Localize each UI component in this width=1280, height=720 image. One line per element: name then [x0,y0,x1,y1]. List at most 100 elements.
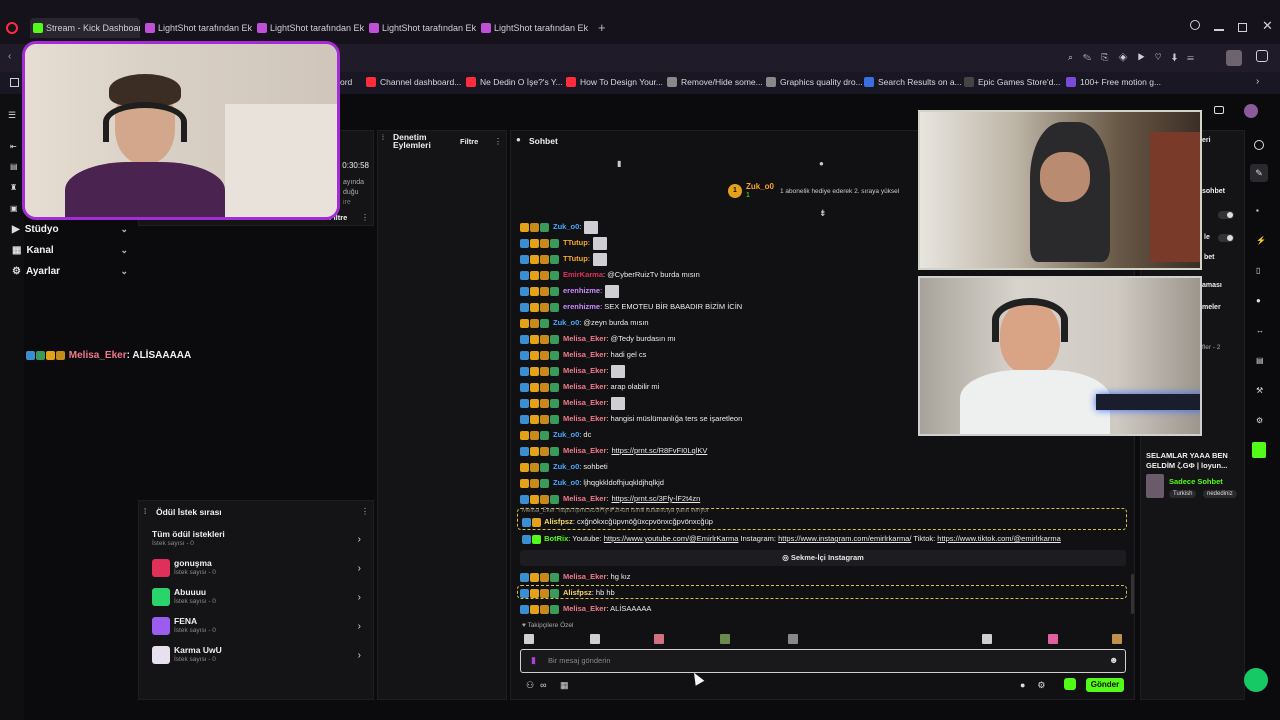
reply-context[interactable]: Melisa_Eker: https://prnt.sc/3Ffy-lF2t4z… [522,508,709,514]
browser-tab[interactable]: LightShot tarafından Ekran [142,18,252,38]
chat-emote[interactable] [611,364,626,378]
gift-icon[interactable] [1064,678,1076,690]
kebab-menu-icon[interactable]: ⋮ [361,213,369,222]
emote[interactable] [524,634,534,644]
user-avatar[interactable] [1244,104,1258,118]
calendar-icon[interactable]: ▦ [560,680,569,691]
chat-username[interactable]: Zuk_o0 [553,462,579,471]
chat-username[interactable]: Melisa_Eker [563,334,606,343]
rail-icon-1[interactable]: ⇤ [10,142,17,151]
new-tab-button[interactable]: + [598,20,606,35]
right-label-4[interactable]: bet [1204,254,1215,261]
menu-icon[interactable]: ☰ [8,110,16,121]
rail-icon-2[interactable]: ▤ [10,162,18,171]
chat-username[interactable]: Melisa_Eker [563,366,606,375]
bookmark-item[interactable]: ord [340,77,352,87]
tool-icon[interactable]: ⚡ [1256,236,1266,245]
opera-logo-icon[interactable] [6,22,18,34]
chat-username[interactable]: Zuk_o0 [553,318,579,327]
right-label-2[interactable]: sohbet [1202,188,1225,195]
tool-icon[interactable]: ▯ [1256,266,1260,275]
right-label-6[interactable]: meler [1202,304,1221,311]
chat-username[interactable]: Melisa_Eker [563,350,606,359]
more-bookmarks-icon[interactable]: › [1256,76,1259,87]
chat-username[interactable]: Melisa_Eker [563,572,606,581]
chat-username[interactable]: Melisa_Eker [563,382,606,391]
bookmarks-folder-icon[interactable] [10,78,19,87]
chat-username[interactable]: erenhizme [563,302,600,311]
emote[interactable] [720,634,730,644]
browser-tab[interactable]: LightShot tarafından Ekran [366,18,476,38]
chat-username[interactable]: TTutup [563,238,588,247]
kebab-menu-icon[interactable]: ⋮ [494,137,502,146]
instagram-link[interactable]: https://www.instagram.com/emirlrkarma/ [778,534,911,543]
tool-icon[interactable]: ⚒ [1256,386,1263,395]
send-button[interactable]: Gönder [1086,678,1124,692]
rail-icon-4[interactable]: ▣ [10,204,18,213]
reward-item[interactable]: Tüm ödül istekleri İstek sayısı - 0 › [150,528,365,552]
emote[interactable] [1048,634,1058,644]
chat-username[interactable]: Melisa_Eker [563,604,606,613]
tool-icon-active[interactable] [1252,442,1266,458]
reply-user[interactable]: Alisfpsz [544,517,573,526]
bot-user[interactable]: BotRix [544,534,568,543]
rail-icon-3[interactable]: ♜ [10,183,17,192]
tool-icon[interactable]: ▤ [1256,356,1264,365]
instagram-tab-button[interactable]: ◎ Sekme-İçi Instagram [520,550,1126,566]
chat-emote[interactable] [592,236,607,250]
youtube-link[interactable]: https://www.youtube.com/@EmirlrKarma [604,534,739,543]
chat-emote[interactable] [605,284,620,298]
chat-username[interactable]: Melisa_Eker [563,398,606,407]
emote[interactable] [590,634,600,644]
toggle-1[interactable] [1218,211,1234,219]
tool-icon[interactable]: ↔ [1256,326,1264,335]
emoji-picker-icon[interactable]: ☻ [1109,655,1118,665]
drag-handle-icon[interactable]: ⁞ [382,135,384,142]
bookmark-item[interactable]: Ne Dedin O İşe?'s Y... [466,77,563,87]
emote[interactable] [1112,634,1122,644]
pin-icon[interactable]: ▮ [617,159,621,168]
reward-item[interactable]: FENA İstek sayısı - 0 › [150,615,365,639]
tool-icon[interactable] [1254,140,1264,150]
chat-username[interactable]: Zuk_o0 [553,478,579,487]
sidebar-item-settings[interactable]: ⚙ Ayarlar ⌄ [12,266,128,277]
stream-category[interactable]: Sadece Sohbet [1169,477,1223,486]
bookmark-item[interactable]: Graphics quality dro... [766,77,863,87]
reward-item[interactable]: Abuuuu İstek sayısı - 0 › [150,586,365,610]
emoji-mini-icon[interactable]: ● [819,159,824,168]
scroll-down-icon[interactable]: ⇟ [819,208,827,219]
browser-tab[interactable]: Stream - Kick Dashboard [30,18,140,38]
bookmark-item[interactable]: Epic Games Store'd... [964,77,1060,87]
reward-item[interactable]: Karma UwU İstek sayısı - 0 › [150,644,365,668]
close-window-icon[interactable]: ✕ [1262,18,1273,34]
filter-button[interactable]: Filtre [460,137,478,146]
chat-username[interactable]: Zuk_o0 [553,430,579,439]
cast-icon[interactable] [1214,106,1224,114]
minimize-icon[interactable] [1214,29,1224,31]
edit-tool-icon[interactable]: ✎ [1250,164,1268,182]
chat-username[interactable]: TTutup [563,254,588,263]
bookmark-item[interactable]: Search Results on a... [864,77,962,87]
emote[interactable] [788,634,798,644]
reward-item[interactable]: gonuşma İstek sayısı - 0 › [150,557,365,581]
browser-tab[interactable]: LightShot tarafından Ekran [478,18,588,38]
support-chat-button[interactable] [1244,668,1268,692]
chat-emote[interactable] [592,252,607,266]
browser-tab[interactable]: LightShot tarafından Ekran [254,18,364,38]
chat-username[interactable]: Melisa_Eker [563,494,606,503]
chat-username[interactable]: Melisa_Eker [563,414,606,423]
extensions-icon[interactable] [1256,50,1268,62]
chat-emote[interactable] [611,396,626,410]
tool-icon[interactable]: ▪ [1256,206,1259,215]
tiktok-link[interactable]: https://www.tiktok.com/@emirlrkarma [937,534,1060,543]
chat-username[interactable]: EmirKarma [563,270,603,279]
right-label-5[interactable]: aması [1202,282,1222,289]
bookmark-item[interactable]: 100+ Free motion g... [1066,77,1161,87]
chat-emote[interactable] [584,220,599,234]
tool-icon[interactable]: ⚙ [1256,416,1263,425]
bookmark-item[interactable]: Channel dashboard... [366,77,461,87]
sidebar-item-studio[interactable]: ▶ Stüdyo ⌄ [12,224,128,235]
tool-icon[interactable]: ● [1256,296,1261,305]
emote[interactable] [654,634,664,644]
chat-link[interactable]: https://prnt.sc/R8FvFI0LqlKV [611,446,707,455]
